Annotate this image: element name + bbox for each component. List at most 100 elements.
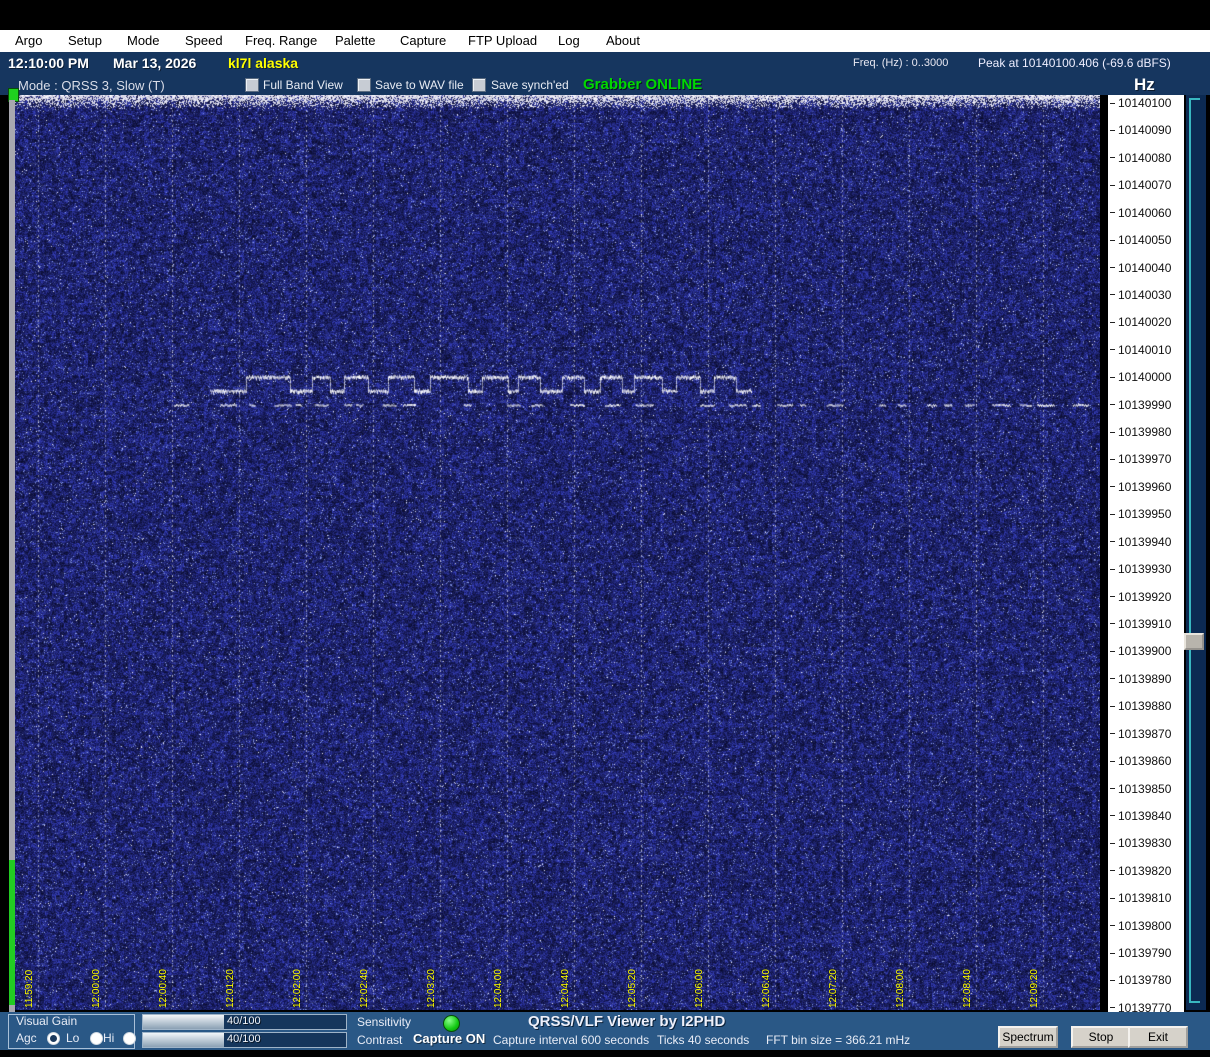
- menu-item-setup[interactable]: Setup: [68, 33, 102, 48]
- freq-label: 10139840: [1118, 808, 1172, 823]
- freq-tick-mark: [1110, 1007, 1115, 1009]
- freq-tick-mark: [1110, 705, 1115, 707]
- freq-scale-row: 10139900: [1108, 644, 1171, 658]
- freq-scale-row: 10140060: [1108, 206, 1171, 220]
- freq-tick-mark: [1110, 733, 1115, 735]
- spectrogram-waterfall: [12, 95, 1100, 1010]
- time-label: 12:09:20: [1029, 969, 1040, 1008]
- freq-label: 10140020: [1118, 315, 1172, 330]
- freq-label: 10139780: [1118, 973, 1172, 988]
- freq-label: 10140090: [1118, 123, 1172, 138]
- freq-scale-row: 10139810: [1108, 891, 1171, 905]
- menu-item-speed[interactable]: Speed: [185, 33, 223, 48]
- freq-scale-row: 10139980: [1108, 425, 1171, 439]
- frequency-slider[interactable]: [1184, 95, 1206, 1010]
- freq-scale-row: 10139920: [1108, 590, 1171, 604]
- freq-tick-mark: [1110, 184, 1115, 186]
- checkbox-full-band-view[interactable]: [245, 78, 259, 92]
- time-label: 12:04:00: [493, 969, 504, 1008]
- menu-item-argo[interactable]: Argo: [15, 33, 42, 48]
- freq-tick-mark: [1110, 596, 1115, 598]
- time-label: 11:59:20: [24, 969, 35, 1008]
- time-label: 12:01:20: [225, 969, 236, 1008]
- freq-label: 10139830: [1118, 836, 1172, 851]
- freq-scale-row: 10139820: [1108, 864, 1171, 878]
- freq-label: 10139890: [1118, 671, 1172, 686]
- time-label: 12:08:00: [895, 969, 906, 1008]
- sensitivity-slider[interactable]: 40/100: [142, 1014, 347, 1030]
- time-label: 12:00:40: [158, 969, 169, 1008]
- slider-thumb[interactable]: [1184, 633, 1204, 650]
- argo-window: Argo Setup Mode Speed Freq. Range Palette Capt…: [0, 0, 1210, 1057]
- date: Mar 13, 2026: [113, 55, 197, 71]
- freq-label: 10139810: [1118, 891, 1172, 906]
- menu-item-log[interactable]: Log: [558, 33, 580, 48]
- capture-led-icon: [443, 1015, 460, 1032]
- freq-tick-mark: [1110, 212, 1115, 214]
- time-label: 12:02:00: [292, 969, 303, 1008]
- freq-tick-mark: [1110, 979, 1115, 981]
- time-label: 12:02:40: [359, 969, 370, 1008]
- menu-item-mode[interactable]: Mode: [127, 33, 160, 48]
- freq-label: 10139800: [1118, 918, 1172, 933]
- spectrum-button[interactable]: Spectrum: [998, 1026, 1058, 1048]
- radio-lo[interactable]: [90, 1032, 103, 1045]
- freq-label: 10140050: [1118, 233, 1172, 248]
- freq-tick-mark: [1110, 541, 1115, 543]
- time-label: 12:07:20: [828, 969, 839, 1008]
- capture-interval-label: Capture interval 600 seconds: [493, 1033, 650, 1047]
- radio-agc[interactable]: [47, 1032, 60, 1045]
- freq-label: 10140060: [1118, 205, 1172, 220]
- exit-button[interactable]: Exit: [1128, 1026, 1188, 1048]
- menu-item-palette[interactable]: Palette: [335, 33, 375, 48]
- menu-item-capture[interactable]: Capture: [400, 33, 446, 48]
- slider-fill: [143, 1033, 225, 1047]
- freq-scale-row: 10140080: [1108, 151, 1171, 165]
- checkbox-save-synch-ed[interactable]: [472, 78, 486, 92]
- freq-label: 10139860: [1118, 754, 1172, 769]
- freq-scale-row: 10139960: [1108, 480, 1171, 494]
- contrast-slider[interactable]: 40/100: [142, 1032, 347, 1048]
- menu-item-about[interactable]: About: [606, 33, 640, 48]
- freq-label: 10139820: [1118, 863, 1172, 878]
- freq-tick-mark: [1110, 815, 1115, 817]
- menu-item-freq-range[interactable]: Freq. Range: [245, 33, 317, 48]
- freq-label: 10139920: [1118, 589, 1172, 604]
- freq-scale-row: 10139870: [1108, 727, 1171, 741]
- freq-tick-mark: [1110, 376, 1115, 378]
- freq-span-readout: Freq. (Hz) : 0..3000: [853, 57, 949, 69]
- freq-label: 10139790: [1118, 946, 1172, 961]
- time-label: 12:03:20: [426, 969, 437, 1008]
- line-progress-fill: [9, 860, 15, 1005]
- freq-scale-row: 10140090: [1108, 123, 1171, 137]
- freq-label: 10139880: [1118, 699, 1172, 714]
- freq-tick-mark: [1110, 267, 1115, 269]
- freq-tick-mark: [1110, 102, 1115, 104]
- freq-scale-row: 10139910: [1108, 617, 1171, 631]
- freq-scale-row: 10139950: [1108, 507, 1171, 521]
- freq-tick-mark: [1110, 897, 1115, 899]
- freq-scale-row: 10140030: [1108, 288, 1171, 302]
- freq-scale-row: 10139940: [1108, 535, 1171, 549]
- checkbox-save-to-wav-file[interactable]: [357, 78, 371, 92]
- stop-button[interactable]: Stop: [1071, 1026, 1131, 1048]
- hz-unit-label: Hz: [1134, 75, 1155, 94]
- ticks-label: Ticks 40 seconds: [657, 1033, 750, 1047]
- freq-tick-mark: [1110, 404, 1115, 406]
- freq-label: 10139940: [1118, 534, 1172, 549]
- freq-tick-mark: [1110, 678, 1115, 680]
- checkbox-label: Save to WAV file: [375, 78, 464, 92]
- info-bar: 12:10:00 PM Mar 13, 2026 kl7l alaska Fre…: [0, 52, 1210, 74]
- freq-tick-mark: [1110, 788, 1115, 789]
- freq-tick-mark: [1110, 486, 1115, 488]
- radio-hi[interactable]: [123, 1032, 136, 1045]
- mode-readout: Mode : QRSS 3, Slow (T): [18, 78, 165, 93]
- freq-tick-mark: [1110, 294, 1115, 296]
- menu-item-ftp-upload[interactable]: FTP Upload: [468, 33, 537, 48]
- freq-label: 10139870: [1118, 726, 1172, 741]
- sensitivity-label: Sensitivity: [357, 1015, 412, 1029]
- freq-tick-mark: [1110, 431, 1115, 433]
- capture-status: Capture ON: [413, 1031, 486, 1046]
- freq-tick-mark: [1110, 157, 1115, 159]
- slider-track-line: [1189, 98, 1191, 1003]
